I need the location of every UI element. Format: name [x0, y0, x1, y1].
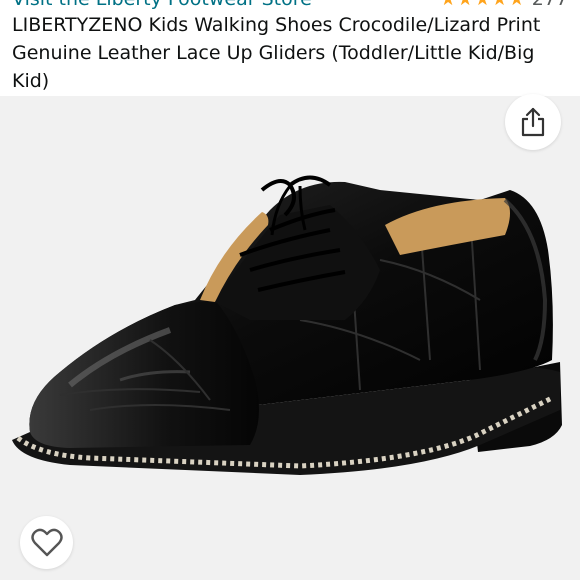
star-rating: ★★★★★	[440, 0, 526, 10]
rating-count: 277	[532, 0, 568, 10]
store-link[interactable]: Visit the Liberty Footwear Store	[12, 0, 312, 10]
product-image[interactable]	[0, 94, 580, 580]
favorite-button[interactable]	[20, 516, 73, 569]
share-icon	[521, 107, 545, 137]
rating-summary[interactable]: ★★★★★ 277	[440, 0, 568, 10]
product-title: LIBERTYZENO Kids Walking Shoes Crocodile…	[12, 14, 541, 92]
shoe-photo	[12, 175, 562, 475]
share-button[interactable]	[505, 94, 561, 150]
product-header: Visit the Liberty Footwear Store ★★★★★ 2…	[0, 0, 580, 96]
heart-icon	[30, 528, 63, 556]
